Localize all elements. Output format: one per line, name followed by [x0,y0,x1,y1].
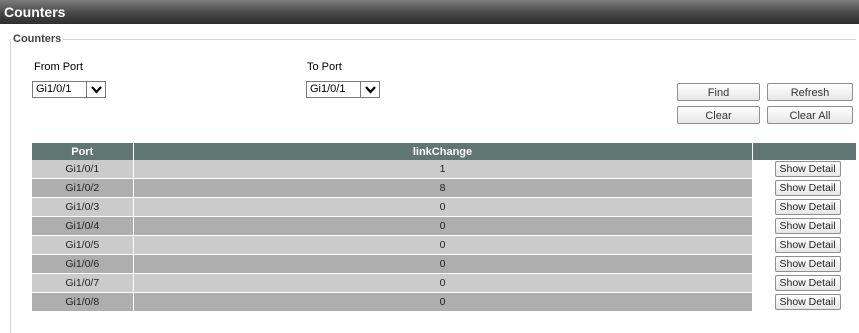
table-row: Gi1/0/7 0 Show Detail [32,273,857,293]
show-detail-button[interactable]: Show Detail [774,275,841,291]
port-cell: Gi1/0/5 [32,235,134,255]
action-cell: Show Detail [752,178,857,198]
from-port-value: Gi1/0/1 [36,83,72,95]
link-change-cell: 0 [133,197,753,217]
port-cell: Gi1/0/4 [32,216,134,236]
table-row: Gi1/0/4 0 Show Detail [32,216,857,236]
show-detail-button[interactable]: Show Detail [774,218,841,234]
to-port-select[interactable]: Gi1/0/1 [306,81,380,98]
table-row: Gi1/0/6 0 Show Detail [32,254,857,274]
action-cell: Show Detail [752,197,857,217]
table-row: Gi1/0/8 0 Show Detail [32,292,857,312]
action-cell: Show Detail [752,216,857,236]
table-row: Gi1/0/2 8 Show Detail [32,178,857,198]
action-cell: Show Detail [752,292,857,312]
table-row: Gi1/0/5 0 Show Detail [32,235,857,255]
chevron-down-icon[interactable] [360,82,379,97]
link-change-cell: 8 [133,178,753,198]
show-detail-button[interactable]: Show Detail [774,161,841,177]
chevron-down-icon[interactable] [86,82,105,97]
action-cell: Show Detail [752,235,857,255]
show-detail-button[interactable]: Show Detail [774,199,841,215]
port-cell: Gi1/0/2 [32,178,134,198]
link-change-cell: 1 [133,160,753,179]
column-header-port: Port [32,143,134,160]
refresh-button[interactable]: Refresh [767,83,853,101]
table-row: Gi1/0/1 1 Show Detail [32,160,857,179]
from-port-label: From Port [34,61,83,73]
page-title: Counters [0,0,859,24]
column-header-action [752,143,857,160]
port-cell: Gi1/0/6 [32,254,134,274]
link-change-cell: 0 [133,292,753,312]
action-cell: Show Detail [752,273,857,293]
port-cell: Gi1/0/7 [32,273,134,293]
action-cell: Show Detail [752,254,857,274]
link-change-cell: 0 [133,235,753,255]
clear-all-button[interactable]: Clear All [767,106,853,124]
table-header-row: Port linkChange [32,143,857,160]
table-row: Gi1/0/3 0 Show Detail [32,197,857,217]
find-button[interactable]: Find [677,83,760,101]
counters-table: Port linkChange Gi1/0/1 1 Show Detail Gi1/0… [32,143,857,312]
port-cell: Gi1/0/8 [32,292,134,312]
show-detail-button[interactable]: Show Detail [774,256,841,272]
link-change-cell: 0 [133,273,753,293]
show-detail-button[interactable]: Show Detail [774,237,841,253]
column-header-link-change: linkChange [133,143,753,160]
show-detail-button[interactable]: Show Detail [774,180,841,196]
action-cell: Show Detail [752,160,857,179]
port-cell: Gi1/0/3 [32,197,134,217]
link-change-cell: 0 [133,254,753,274]
port-cell: Gi1/0/1 [32,160,134,179]
clear-button[interactable]: Clear [677,106,760,124]
from-port-select[interactable]: Gi1/0/1 [32,81,106,98]
show-detail-button[interactable]: Show Detail [774,294,841,310]
to-port-value: Gi1/0/1 [310,83,346,95]
panel-legend: Counters [13,33,62,45]
link-change-cell: 0 [133,216,753,236]
to-port-label: To Port [307,61,342,73]
